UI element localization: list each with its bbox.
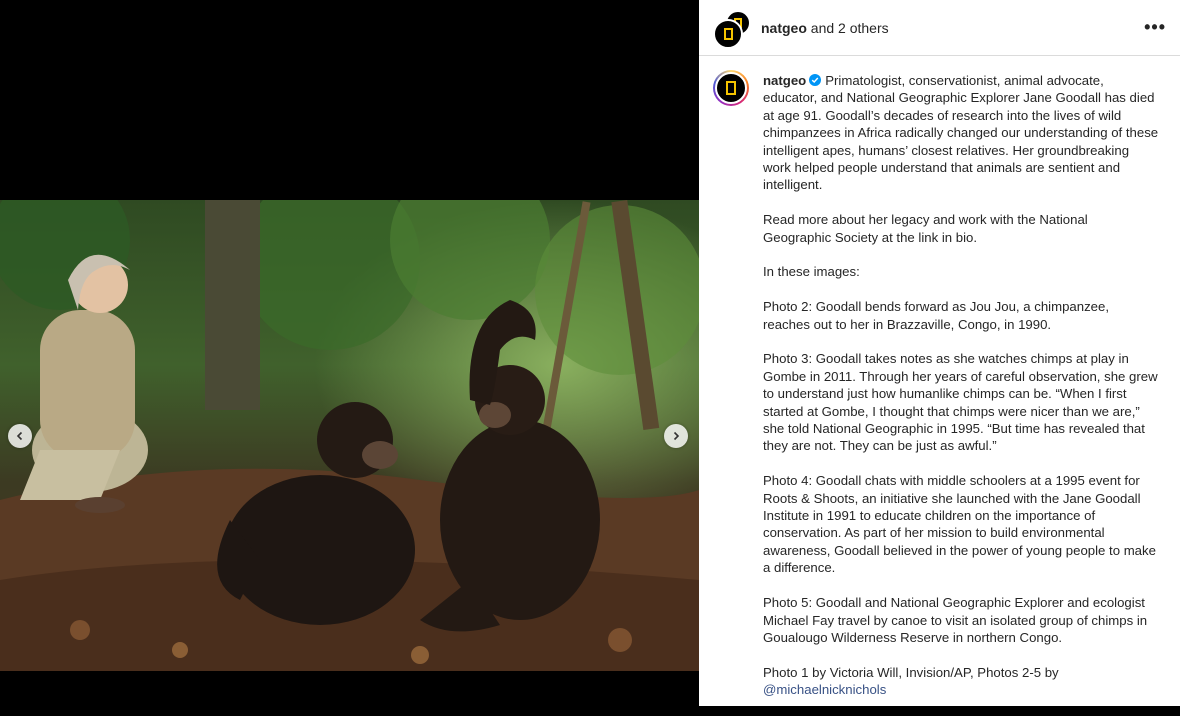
post-header: natgeo and 2 others ••• bbox=[699, 0, 1180, 56]
post-viewer: natgeo and 2 others ••• natgeo Primatolog… bbox=[0, 0, 1180, 706]
caption-photo2: Photo 2: Goodall bends forward as Jou Jo… bbox=[763, 299, 1110, 332]
caption-intro: natgeo Primatologist, conservationist, an… bbox=[763, 72, 1159, 194]
credit-mention-link[interactable]: @michaelnicknichols bbox=[763, 682, 886, 697]
natgeo-logo-icon bbox=[723, 27, 733, 40]
caption-avatar[interactable] bbox=[713, 70, 749, 106]
verified-badge-icon bbox=[809, 74, 822, 86]
header-username[interactable]: natgeo bbox=[761, 20, 807, 36]
forest-photo-image bbox=[0, 200, 699, 671]
post-sidebar: natgeo and 2 others ••• natgeo Primatolog… bbox=[699, 0, 1180, 706]
caption-photo5: Photo 5: Goodall and National Geographic… bbox=[763, 595, 1148, 645]
avatar bbox=[713, 18, 743, 49]
carousel-prev-button[interactable] bbox=[8, 424, 32, 448]
caption-intro-text: Primatologist, conservationist, animal a… bbox=[763, 73, 1159, 193]
carousel-next-button[interactable] bbox=[664, 424, 688, 448]
natgeo-logo-icon bbox=[726, 81, 736, 95]
header-accounts[interactable]: natgeo and 2 others bbox=[761, 20, 889, 36]
caption-credit-text: Photo 1 by Victoria Will, Invision/AP, P… bbox=[763, 664, 1059, 680]
avatar bbox=[715, 72, 747, 104]
caption-username[interactable]: natgeo bbox=[763, 73, 806, 88]
post-photo[interactable] bbox=[0, 200, 699, 671]
caption-photo3: Photo 3: Goodall takes notes as she watc… bbox=[763, 351, 1158, 454]
caption-photo4: Photo 4: Goodall chats with middle schoo… bbox=[763, 473, 1156, 576]
collab-avatars[interactable] bbox=[713, 9, 751, 49]
chevron-left-icon bbox=[16, 431, 23, 441]
post-media bbox=[0, 0, 699, 706]
caption-credit: Photo 1 by Victoria Will, Invision/AP, P… bbox=[763, 664, 1159, 699]
more-options-button[interactable]: ••• bbox=[1144, 17, 1166, 38]
caption-read-more: Read more about her legacy and work with… bbox=[763, 212, 1088, 245]
chevron-right-icon bbox=[673, 431, 680, 441]
caption-text: natgeo Primatologist, conservationist, an… bbox=[763, 72, 1159, 716]
header-suffix[interactable]: and 2 others bbox=[811, 20, 889, 36]
caption-in-images: In these images: bbox=[763, 264, 860, 280]
